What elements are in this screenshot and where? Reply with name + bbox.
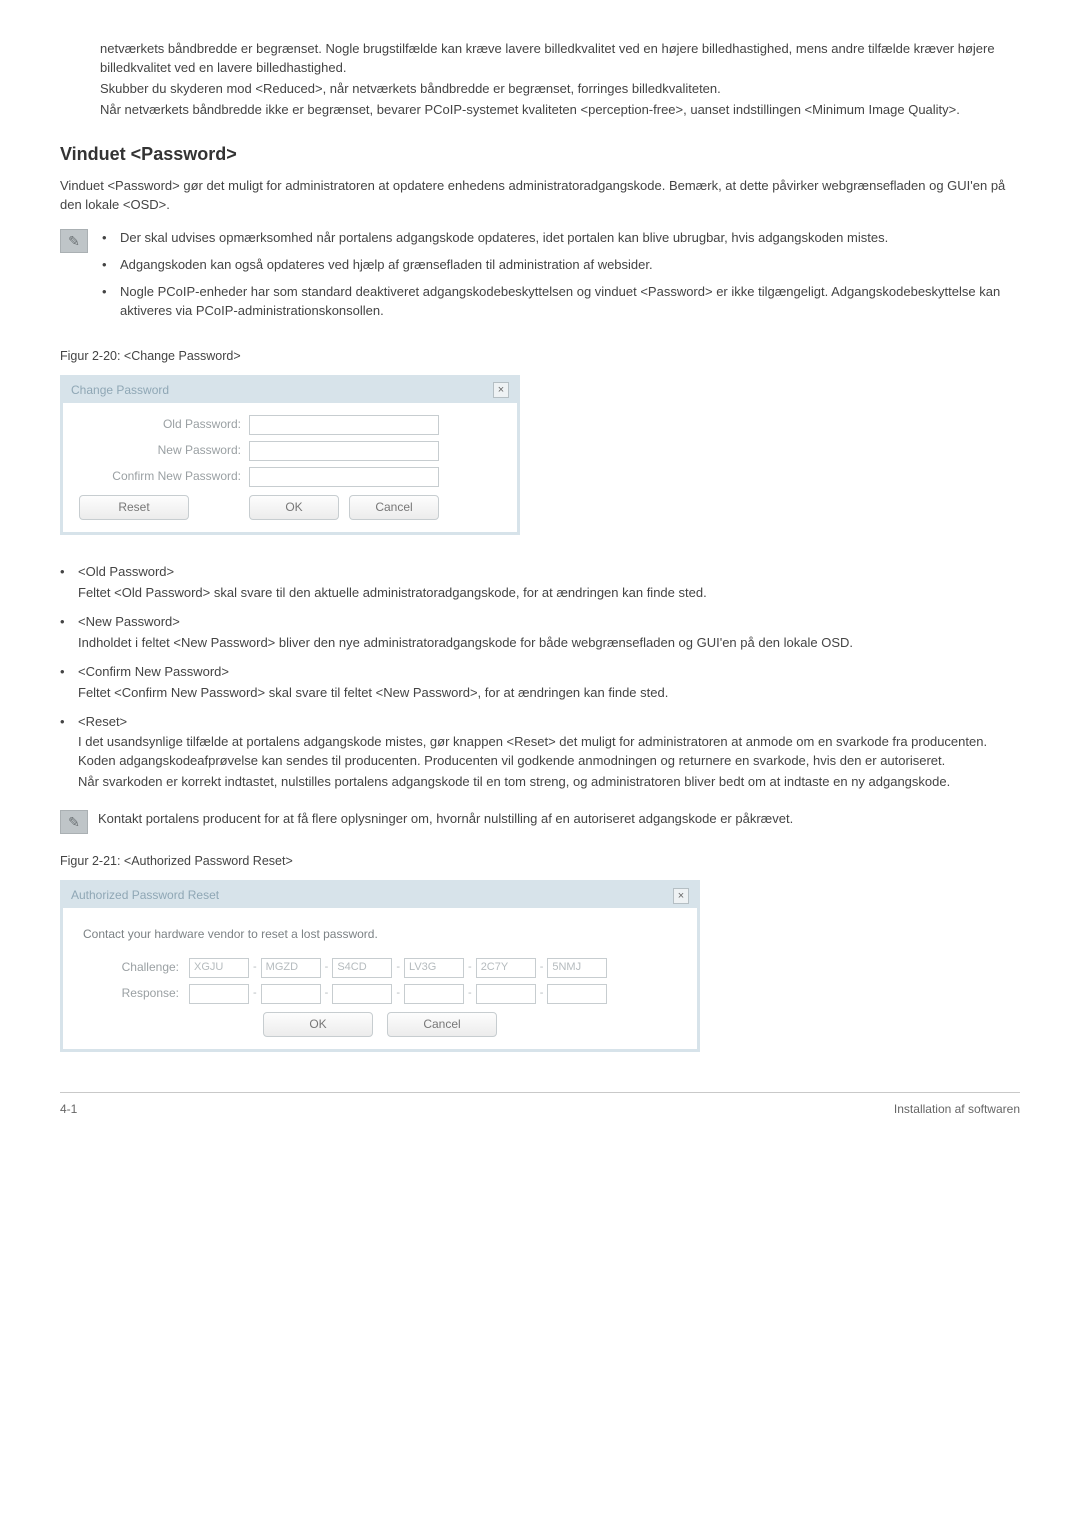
dash-icon: - (321, 986, 333, 1002)
response-seg-input[interactable] (547, 984, 607, 1004)
confirm-password-label: Confirm New Password: (79, 468, 249, 485)
desc-body: Indholdet i feltet <New Password> bliver… (78, 635, 853, 650)
intro-p2: Skubber du skyderen mod <Reduced>, når n… (100, 80, 1020, 99)
intro-block: netværkets båndbredde er begrænset. Nogl… (60, 40, 1020, 119)
dash-icon: - (249, 986, 261, 1002)
new-password-input[interactable] (249, 441, 439, 461)
dialog-title-text: Authorized Password Reset (71, 887, 219, 904)
note-item: Adgangskoden kan også opdateres ved hjæl… (102, 256, 1020, 275)
desc-term: <Confirm New Password> (78, 663, 1020, 682)
note-icon: ✎ (60, 229, 88, 253)
dash-icon: - (536, 960, 548, 976)
challenge-seg: MGZD (261, 958, 321, 978)
note-text: Kontakt portalens producent for at få fl… (98, 810, 1020, 829)
intro-p1: netværkets båndbredde er begrænset. Nogl… (100, 40, 1020, 78)
ok-button[interactable]: OK (263, 1012, 373, 1037)
dash-icon: - (392, 986, 404, 1002)
challenge-segments: XGJU - MGZD - S4CD - LV3G - 2C7Y - 5NMJ (189, 958, 607, 978)
challenge-seg: LV3G (404, 958, 464, 978)
desc-item-new: <New Password> Indholdet i feltet <New P… (60, 613, 1020, 653)
dash-icon: - (536, 986, 548, 1002)
footer-page-number: 4-1 (60, 1101, 77, 1118)
desc-term: <Reset> (78, 713, 1020, 732)
note-item: Nogle PCoIP-enheder har som standard dea… (102, 283, 1020, 321)
desc-item-old: <Old Password> Feltet <Old Password> ska… (60, 563, 1020, 603)
note-item: Der skal udvises opmærksomhed når portal… (102, 229, 1020, 248)
desc-body: Feltet <Confirm New Password> skal svare… (78, 685, 668, 700)
response-label: Response: (79, 985, 189, 1002)
note-block-1: ✎ Der skal udvises opmærksomhed når port… (60, 229, 1020, 328)
close-icon[interactable]: × (493, 382, 509, 398)
desc-term: <Old Password> (78, 563, 1020, 582)
response-seg-input[interactable] (189, 984, 249, 1004)
new-password-label: New Password: (79, 442, 249, 459)
dialog-titlebar: Change Password × (63, 378, 517, 403)
challenge-seg: S4CD (332, 958, 392, 978)
challenge-seg: XGJU (189, 958, 249, 978)
section-intro: Vinduet <Password> gør det muligt for ad… (60, 177, 1020, 215)
old-password-label: Old Password: (79, 416, 249, 433)
page-footer: 4-1 Installation af softwaren (60, 1092, 1020, 1118)
dialog-title-text: Change Password (71, 382, 169, 399)
reset-button[interactable]: Reset (79, 495, 189, 520)
desc-item-confirm: <Confirm New Password> Feltet <Confirm N… (60, 663, 1020, 703)
confirm-password-input[interactable] (249, 467, 439, 487)
desc-body: Feltet <Old Password> skal svare til den… (78, 585, 707, 600)
response-seg-input[interactable] (476, 984, 536, 1004)
cancel-button[interactable]: Cancel (387, 1012, 497, 1037)
challenge-seg: 2C7Y (476, 958, 536, 978)
ok-button[interactable]: OK (249, 495, 339, 520)
response-seg-input[interactable] (261, 984, 321, 1004)
dialog-titlebar: Authorized Password Reset × (63, 883, 697, 908)
section-heading: Vinduet <Password> (60, 141, 1020, 167)
note-icon: ✎ (60, 810, 88, 834)
close-icon[interactable]: × (673, 888, 689, 904)
desc-body-2: Når svarkoden er korrekt indtastet, nuls… (78, 773, 1020, 792)
dash-icon: - (464, 986, 476, 1002)
response-segments: - - - - - (189, 984, 607, 1004)
desc-term: <New Password> (78, 613, 1020, 632)
change-password-dialog: Change Password × Old Password: New Pass… (60, 375, 520, 536)
figure-caption-220: Figur 2-20: <Change Password> (60, 347, 1020, 365)
old-password-input[interactable] (249, 415, 439, 435)
intro-p3: Når netværkets båndbredde ikke er begræn… (100, 101, 1020, 120)
dash-icon: - (321, 960, 333, 976)
authorized-password-reset-dialog: Authorized Password Reset × Contact your… (60, 880, 700, 1052)
dash-icon: - (464, 960, 476, 976)
desc-body: I det usandsynlige tilfælde at portalens… (78, 733, 1020, 771)
cancel-button[interactable]: Cancel (349, 495, 439, 520)
apr-intro-text: Contact your hardware vendor to reset a … (83, 926, 681, 943)
dash-icon: - (249, 960, 261, 976)
footer-section-title: Installation af softwaren (894, 1101, 1020, 1118)
figure-caption-221: Figur 2-21: <Authorized Password Reset> (60, 852, 1020, 870)
response-seg-input[interactable] (332, 984, 392, 1004)
note-block-2: ✎ Kontakt portalens producent for at få … (60, 810, 1020, 834)
description-list: <Old Password> Feltet <Old Password> ska… (60, 563, 1020, 791)
response-seg-input[interactable] (404, 984, 464, 1004)
dash-icon: - (392, 960, 404, 976)
note-list: Der skal udvises opmærksomhed når portal… (98, 229, 1020, 328)
challenge-seg: 5NMJ (547, 958, 607, 978)
desc-item-reset: <Reset> I det usandsynlige tilfælde at p… (60, 713, 1020, 792)
challenge-label: Challenge: (79, 959, 189, 976)
